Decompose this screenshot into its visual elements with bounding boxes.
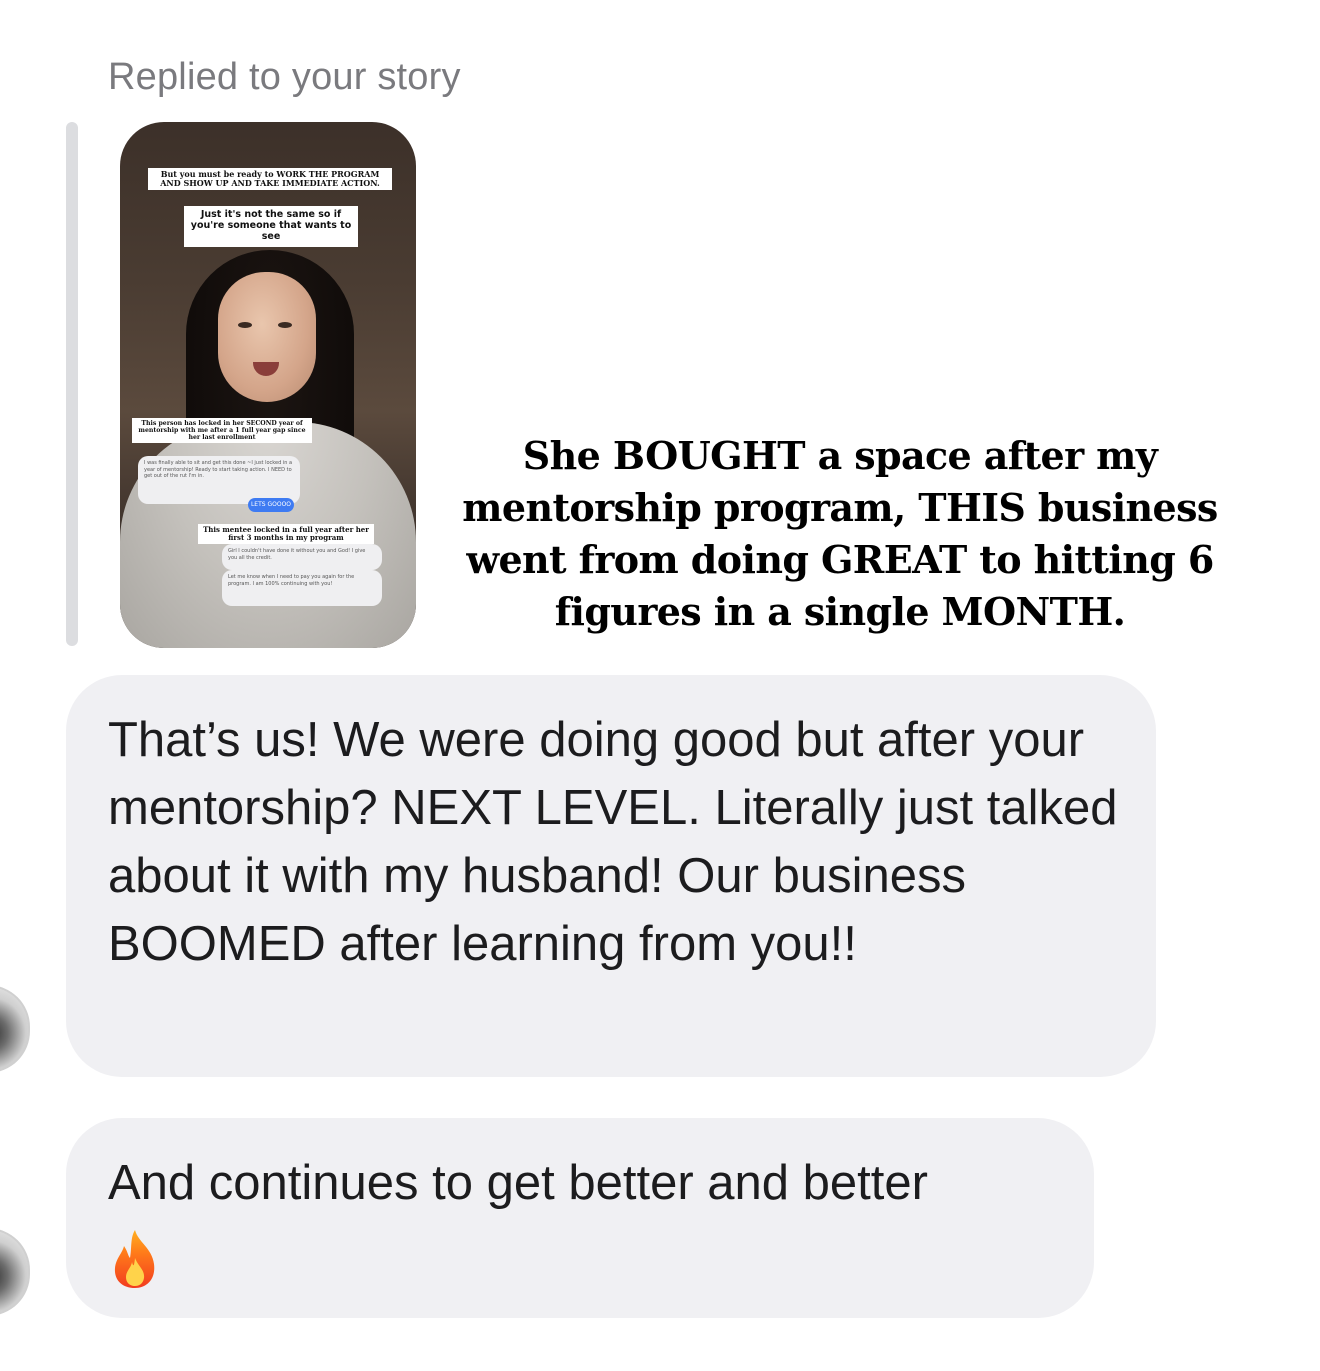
- message-bubble[interactable]: And continues to get better and better: [66, 1118, 1094, 1318]
- story-chat-message: I was finally able to sit and get this d…: [138, 456, 300, 504]
- story-chat-message: Girl I couldn't have done it without you…: [222, 544, 382, 570]
- story-person-eye: [278, 322, 292, 328]
- message-text: That’s us! We were doing good but after …: [108, 713, 1118, 971]
- story-caption-top: But you must be ready to WORK THE PROGRA…: [148, 168, 392, 191]
- story-caption-mid: This person has locked in her SECOND yea…: [132, 418, 312, 444]
- sender-avatar[interactable]: [0, 985, 30, 1073]
- overlay-caption: She BOUGHT a space after my mentorship p…: [462, 433, 1218, 634]
- story-chat-button: LETS GOOOO: [248, 498, 294, 512]
- story-quote-bar: [66, 122, 78, 646]
- story-caption-bottom: This mentee locked in a full year after …: [198, 524, 374, 545]
- story-person-face: [218, 272, 316, 402]
- sender-avatar[interactable]: [0, 1228, 30, 1316]
- story-chat-message: Let me know when I need to pay you again…: [222, 570, 382, 606]
- message-bubble[interactable]: That’s us! We were doing good but after …: [66, 675, 1156, 1077]
- message-text: And continues to get better and better: [108, 1156, 928, 1210]
- story-thumbnail[interactable]: But you must be ready to WORK THE PROGRA…: [120, 122, 416, 648]
- story-person-eye: [238, 322, 252, 328]
- fire-emoji-icon: [108, 1228, 162, 1290]
- story-caption-box: Just it's not the same so if you're some…: [184, 206, 358, 247]
- replied-to-story-label: Replied to your story: [108, 56, 461, 98]
